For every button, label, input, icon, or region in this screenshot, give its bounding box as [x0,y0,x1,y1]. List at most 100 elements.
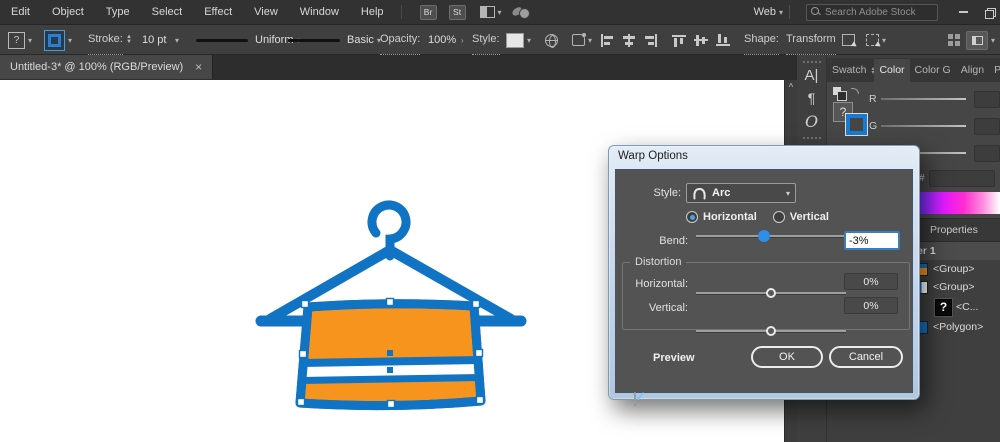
stroke-weight-label[interactable]: Stroke: [88,25,123,55]
style-dropdown[interactable]: Arc ▾ [686,183,796,203]
vertical-radio-label[interactable]: Vertical [790,211,829,223]
ok-button[interactable]: OK [751,346,823,368]
align-v-middle-button[interactable] [694,25,708,55]
align-left-button[interactable] [600,25,614,55]
menu-window[interactable]: Window [289,6,350,18]
preview-label[interactable]: Preview [653,352,695,364]
document-tab[interactable]: Untitled-3* @ 100% (RGB/Preview) × [0,55,213,79]
distortion-horizontal-slider[interactable] [696,286,846,300]
chevron-down-icon[interactable]: ▾ [175,25,179,55]
warp-options-dialog[interactable]: Warp Options Style: Arc ▾ Horizontal Ver… [608,145,920,400]
vertical-radio[interactable] [773,211,785,223]
panel-grip[interactable] [803,137,821,139]
adobe-stock-search[interactable] [806,4,938,21]
swap-fill-stroke-icon[interactable] [851,88,859,94]
bend-slider[interactable] [696,229,846,243]
chevron-down-icon[interactable]: ▾ [588,36,592,45]
red-value-field[interactable] [974,91,1000,108]
chevron-down-icon[interactable]: ▾ [779,8,783,17]
search-input[interactable] [825,7,933,18]
align-top-button[interactable] [672,25,686,55]
chevron-down-icon[interactable]: ▾ [498,8,502,17]
horizontal-radio-label[interactable]: Horizontal [703,211,757,223]
stock-button[interactable]: St [449,5,466,20]
opacity-label[interactable]: Opacity: [380,25,420,55]
scroll-up-icon[interactable]: ^ [785,80,797,91]
distortion-horizontal-label: Horizontal: [616,278,688,290]
hanger-towel-artwork[interactable] [240,180,540,420]
chevron-down-icon[interactable]: ▾ [882,36,886,45]
align-h-center-button[interactable] [622,25,636,55]
blue-value-field[interactable] [974,145,1000,162]
green-channel-row: G [869,117,1000,135]
green-value-field[interactable] [974,118,1000,135]
menu-type[interactable]: Type [95,6,141,18]
tab-properties[interactable]: Properties [930,224,978,236]
align-right-button[interactable] [644,25,658,55]
panel-dock-toggle[interactable] [966,31,988,50]
distortion-vertical-handle[interactable] [766,326,776,336]
document-setup-icon[interactable] [545,34,558,47]
panel-grip[interactable] [803,61,821,63]
restore-button[interactable] [978,4,1000,20]
menu-select[interactable]: Select [141,6,194,18]
recolor-artwork-icon[interactable] [572,34,585,46]
distortion-vertical-value[interactable]: 0% [844,297,898,314]
tab-color-guide[interactable]: Color G [910,59,956,82]
minimize-button[interactable] [952,4,974,20]
preview-checkbox[interactable]: ✓ [634,392,636,406]
tab-swatches[interactable]: Swatch [827,59,871,82]
paragraph-panel-icon[interactable]: ¶ [797,90,826,106]
menu-edit[interactable]: Edit [0,6,41,18]
stroke-swatch-button[interactable] [44,30,65,51]
chevron-down-icon[interactable]: ▾ [527,36,531,45]
cancel-button[interactable]: Cancel [829,346,903,368]
stroke-weight-value[interactable]: 10 pt [142,25,166,55]
chevron-down-icon[interactable]: ▾ [68,36,72,45]
opacity-expand-icon[interactable]: › [461,25,464,55]
red-slider[interactable] [881,98,966,100]
tab-pathfinder[interactable]: Pathfin [989,59,1000,82]
gpu-performance-icon[interactable] [516,5,530,19]
brush-preview [288,39,340,42]
isolate-selected-icon[interactable] [842,34,855,46]
shape-panel-label[interactable]: Shape: [744,25,779,55]
fill-stroke-mini-icon[interactable] [833,87,847,99]
document-title: Untitled-3* @ 100% (RGB/Preview) [10,61,183,73]
bend-value-input[interactable] [844,231,900,250]
transform-panel-label[interactable]: Transform [786,25,836,55]
distortion-vertical-slider[interactable] [696,324,846,338]
all-tools-icon[interactable] [948,34,960,46]
menu-effect[interactable]: Effect [193,6,243,18]
menu-help[interactable]: Help [350,6,395,18]
bridge-button[interactable]: Br [420,5,437,20]
tab-color[interactable]: Color [874,59,909,82]
menu-view[interactable]: View [243,6,289,18]
distortion-horizontal-value[interactable]: 0% [844,273,898,290]
opentype-panel-icon[interactable]: O [797,112,826,131]
select-similar-icon[interactable] [866,34,879,46]
bend-slider-handle[interactable] [758,230,770,242]
distortion-legend: Distortion [630,256,686,268]
horizontal-radio[interactable] [686,211,698,223]
stroke-proxy[interactable] [846,114,867,135]
chevron-down-icon[interactable]: ▾ [28,36,32,45]
distortion-horizontal-handle[interactable] [766,288,776,298]
bend-slider-track[interactable] [696,235,846,237]
arrange-documents-icon[interactable] [480,6,495,18]
hex-value-field[interactable] [929,170,995,187]
stroke-weight-stepper[interactable]: ▲▼ [126,25,132,55]
align-bottom-button[interactable] [716,25,730,55]
close-tab-icon[interactable]: × [195,60,202,74]
graphic-style-label[interactable]: Style: [472,25,500,55]
menu-object[interactable]: Object [41,6,95,18]
fill-swatch-button[interactable]: ? [8,32,25,49]
workspace-switcher[interactable]: Web [754,6,776,18]
brush-value[interactable]: Basic [347,34,374,46]
green-slider[interactable] [881,125,966,127]
chevron-down-icon[interactable]: ▾ [991,36,995,45]
tab-align[interactable]: Align [956,59,989,82]
character-panel-icon[interactable]: A| [797,67,826,84]
graphic-style-swatch[interactable] [506,33,524,48]
opacity-value[interactable]: 100% [428,25,456,55]
